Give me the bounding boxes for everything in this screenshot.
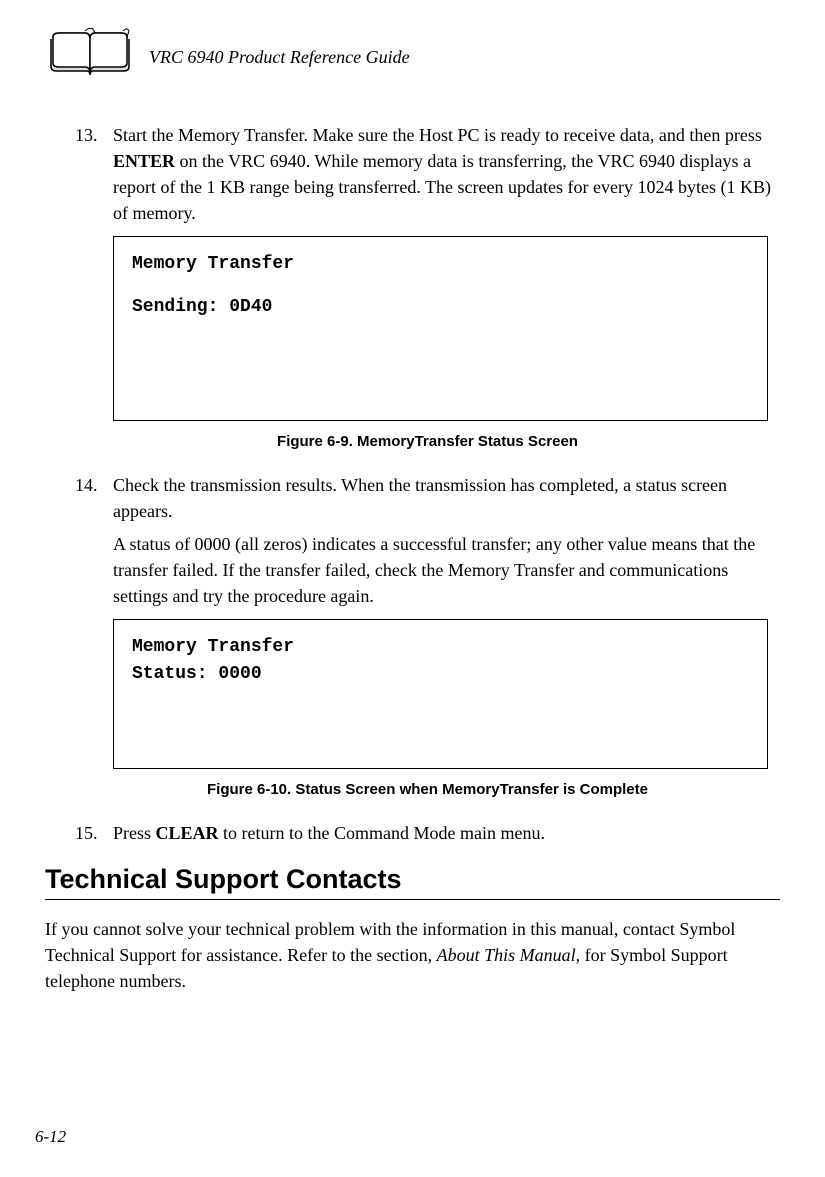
key-enter: ENTER (113, 151, 175, 171)
item-text: Check the transmission results. When the… (113, 472, 780, 524)
screen-display-sending: Memory Transfer Sending: 0D40 (113, 236, 768, 421)
screen-line: Status: 0000 (132, 661, 749, 688)
text-segment: on the VRC 6940. While memory data is tr… (113, 151, 771, 223)
item-number: 14. (75, 472, 113, 524)
key-clear: CLEAR (156, 823, 219, 843)
item-text: Start the Memory Transfer. Make sure the… (113, 122, 780, 226)
screen-display-status: Memory Transfer Status: 0000 (113, 619, 768, 769)
list-item-13: 13. Start the Memory Transfer. Make sure… (75, 122, 780, 226)
screen-line: Sending: 0D40 (132, 294, 749, 321)
sub-paragraph: A status of 0000 (all zeros) indicates a… (113, 531, 780, 609)
figure-caption-6-9: Figure 6-9. MemoryTransfer Status Screen (75, 433, 780, 450)
text-italic: About This Manual, (437, 945, 581, 965)
list-item-15: 15. Press CLEAR to return to the Command… (75, 820, 780, 846)
header-title: VRC 6940 Product Reference Guide (149, 47, 410, 68)
screen-line: Memory Transfer (132, 251, 749, 278)
item-number: 15. (75, 820, 113, 846)
text-segment: to return to the Command Mode main menu. (219, 823, 545, 843)
body-paragraph: If you cannot solve your technical probl… (45, 916, 780, 994)
list-item-14: 14. Check the transmission results. When… (75, 472, 780, 524)
figure-caption-6-10: Figure 6-10. Status Screen when MemoryTr… (75, 781, 780, 798)
book-icon (45, 25, 135, 90)
item-text: Press CLEAR to return to the Command Mod… (113, 820, 780, 846)
page-header: VRC 6940 Product Reference Guide (45, 25, 780, 90)
item-number: 13. (75, 122, 113, 226)
text-segment: Press (113, 823, 156, 843)
section-heading: Technical Support Contacts (45, 864, 780, 900)
page-content: 13. Start the Memory Transfer. Make sure… (45, 122, 780, 994)
screen-line: Memory Transfer (132, 634, 749, 661)
page-number: 6-12 (35, 1127, 66, 1147)
text-segment: Start the Memory Transfer. Make sure the… (113, 125, 762, 145)
